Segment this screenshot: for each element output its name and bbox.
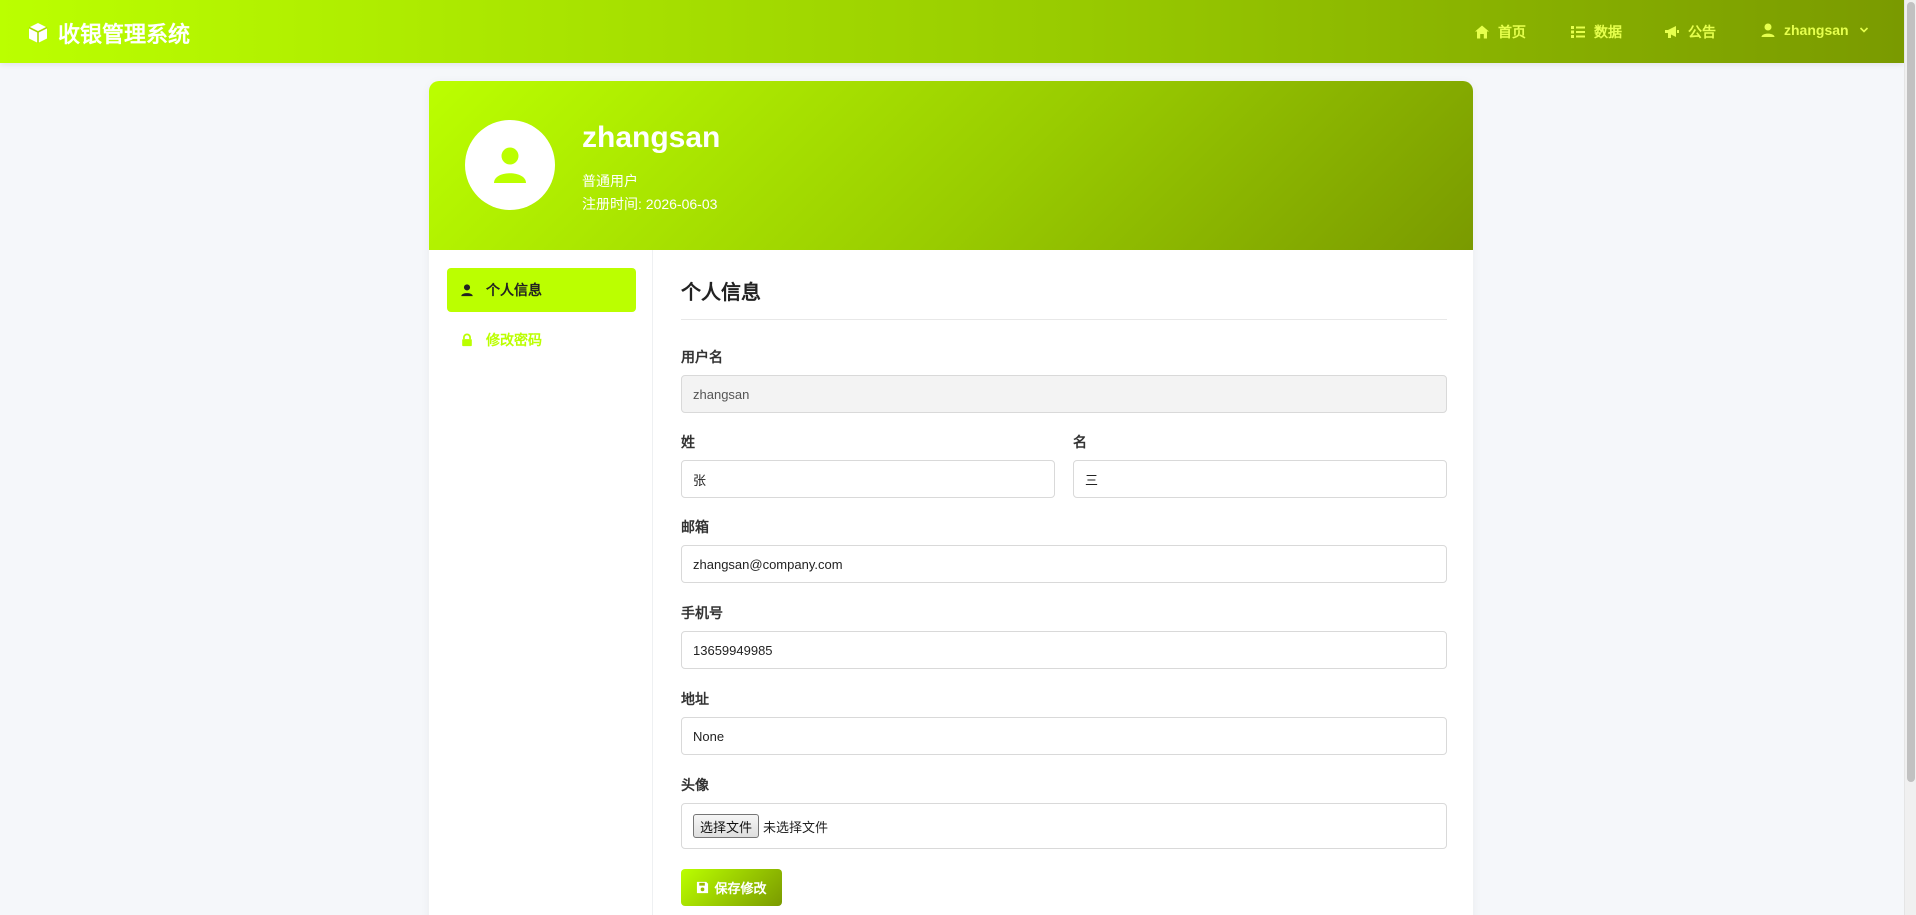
nav-announcement[interactable]: 公告 — [1664, 22, 1716, 42]
cube-icon — [28, 23, 48, 43]
chevron-down-icon — [1859, 27, 1868, 33]
nav-home-label: 首页 — [1498, 24, 1526, 40]
username-label: 用户名 — [681, 349, 723, 365]
profile-card: zhangsan 普通用户 注册时间: 2026-06-03 个人信息 修改密码 — [429, 81, 1473, 915]
user-icon — [494, 147, 526, 183]
first-name-label: 名 — [1073, 434, 1087, 450]
nav-announcement-label: 公告 — [1688, 24, 1716, 40]
megaphone-icon — [1665, 26, 1679, 38]
choose-file-button[interactable]: 选择文件 — [693, 814, 760, 838]
save-button[interactable]: 保存修改 — [681, 869, 782, 906]
section-title: 个人信息 — [681, 276, 1447, 320]
sidebar-item-change-password[interactable]: 修改密码 — [447, 318, 636, 362]
top-navbar: 收银管理系统 首页 数据 公告 zhangsan — [0, 0, 1904, 63]
last-name-label: 姓 — [681, 434, 695, 450]
user-icon — [461, 284, 473, 297]
last-name-input[interactable] — [681, 460, 1055, 498]
save-button-label: 保存修改 — [714, 881, 767, 896]
phone-input[interactable] — [681, 631, 1447, 669]
user-menu-label: zhangsan — [1784, 22, 1849, 38]
home-icon — [1475, 25, 1489, 39]
sidebar-item-label: 个人信息 — [486, 282, 542, 298]
avatar-label: 头像 — [681, 777, 709, 793]
list-icon — [1571, 26, 1585, 38]
brand[interactable]: 收银管理系统 — [26, 17, 190, 49]
sidebar-item-label: 修改密码 — [486, 332, 542, 348]
scrollbar-thumb[interactable] — [1907, 2, 1915, 782]
nav-data-label: 数据 — [1594, 24, 1622, 40]
nav-data[interactable]: 数据 — [1570, 22, 1622, 42]
avatar-file-input[interactable]: 选择文件 未选择文件 — [681, 803, 1447, 849]
avatar — [465, 120, 555, 210]
scrollbar[interactable] — [1904, 0, 1916, 915]
phone-label: 手机号 — [681, 605, 723, 621]
profile-header: zhangsan 普通用户 注册时间: 2026-06-03 — [429, 81, 1473, 250]
page: 收银管理系统 首页 数据 公告 zhangsan zhangsan 普通用户 注… — [0, 0, 1916, 915]
first-name-input[interactable] — [1073, 460, 1447, 498]
profile-registered: 注册时间: 2026-06-03 — [582, 196, 718, 212]
profile-role: 普通用户 — [582, 173, 638, 189]
email-label: 邮箱 — [681, 519, 709, 535]
app-title: 收银管理系统 — [58, 22, 191, 47]
address-input[interactable] — [681, 717, 1447, 755]
file-status: 未选择文件 — [763, 819, 829, 835]
sidebar-item-profile[interactable]: 个人信息 — [447, 268, 636, 312]
user-menu[interactable]: zhangsan — [1760, 22, 1869, 38]
email-input[interactable] — [681, 545, 1447, 583]
save-icon — [697, 881, 709, 894]
username-input — [681, 375, 1447, 413]
profile-name: zhangsan — [582, 121, 721, 154]
user-icon — [1761, 23, 1775, 37]
profile-sidebar: 个人信息 修改密码 — [429, 250, 653, 915]
lock-icon — [462, 333, 472, 347]
address-label: 地址 — [681, 691, 709, 707]
nav-home[interactable]: 首页 — [1474, 22, 1526, 42]
